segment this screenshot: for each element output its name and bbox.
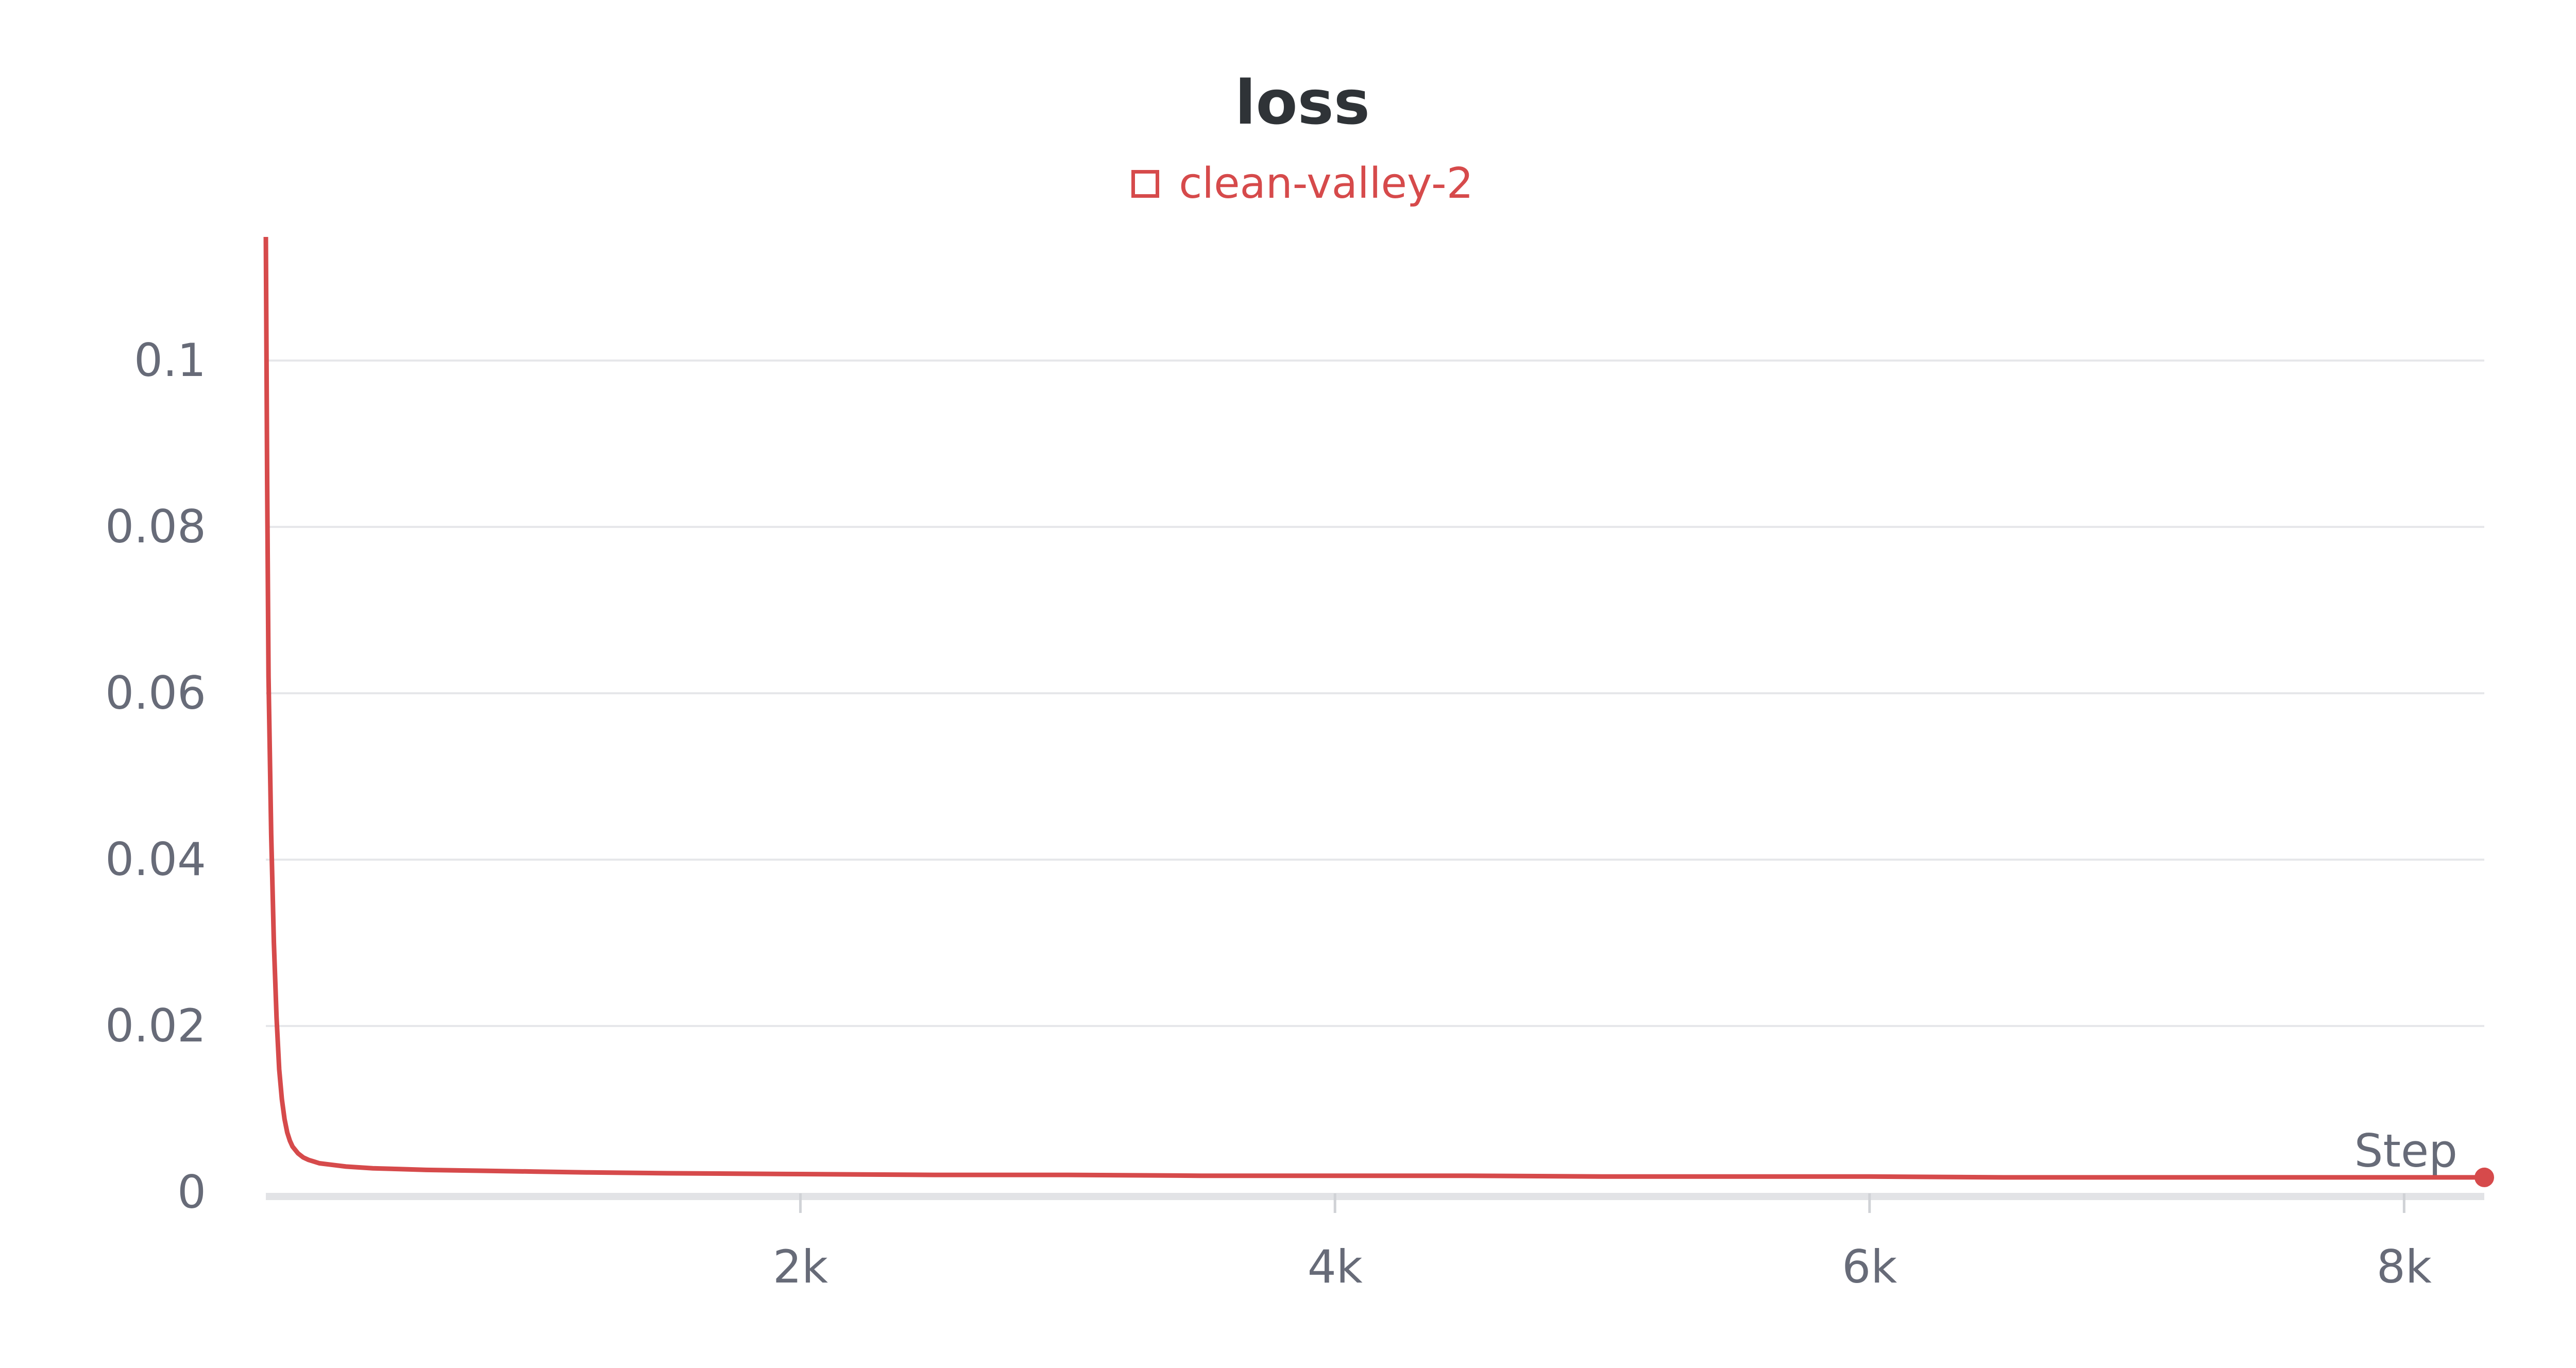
data-point — [283, 1118, 286, 1121]
data-point — [2136, 1176, 2139, 1179]
x-tick-label: 6k — [1842, 1240, 1897, 1293]
data-point — [275, 1016, 278, 1019]
data-point — [273, 942, 276, 945]
data-point — [331, 1164, 334, 1167]
data-point — [933, 1173, 936, 1176]
data-point — [398, 1168, 401, 1171]
data-point — [1734, 1175, 1737, 1178]
data-point — [312, 1160, 315, 1163]
y-tick-label: 0.06 — [105, 666, 206, 720]
y-tick-label: 0.02 — [105, 999, 206, 1052]
plot-area[interactable]: 0 0.02 0.04 0.06 0.08 0.1 2k 4k 6k 8k Step — [0, 0, 2576, 1368]
data-point — [799, 1172, 802, 1175]
data-point — [2402, 1176, 2405, 1179]
data-point — [266, 484, 269, 487]
x-tick-label: 8k — [2377, 1240, 2432, 1293]
data-point — [1868, 1175, 1871, 1178]
data-point — [1601, 1175, 1604, 1178]
x-tick-label: 2k — [773, 1240, 828, 1293]
data-point — [307, 1158, 310, 1161]
data-point — [371, 1167, 375, 1170]
y-tick-label: 0.1 — [134, 334, 206, 387]
data-point — [264, 234, 267, 237]
data-point — [318, 1161, 321, 1165]
data-point — [291, 1145, 294, 1148]
data-point — [585, 1171, 588, 1174]
y-tick-label: 0.04 — [105, 833, 206, 886]
chart-panel: loss clean-valley-2 0 0.02 0.04 0.06 0.08 0.1… — [0, 0, 2576, 1368]
data-point — [345, 1165, 348, 1168]
data-point — [269, 833, 273, 836]
x-tick-label: 4k — [1308, 1240, 1363, 1293]
data-point — [289, 1139, 292, 1142]
x-axis-title: Step — [2354, 1124, 2458, 1177]
data-point — [1066, 1173, 1069, 1176]
data-point — [1467, 1174, 1470, 1177]
series-line-clean-valley-2[interactable] — [263, 236, 2487, 1180]
data-point — [286, 1131, 289, 1134]
data-point — [665, 1172, 668, 1175]
data-point — [296, 1152, 299, 1155]
data-point — [2002, 1176, 2005, 1179]
data-point — [2269, 1176, 2272, 1179]
data-point — [280, 1098, 283, 1101]
data-point — [267, 675, 270, 678]
data-point — [425, 1168, 428, 1171]
data-point — [1200, 1174, 1203, 1177]
data-point — [1333, 1174, 1336, 1177]
series-end-marker — [2475, 1167, 2494, 1187]
data-point — [532, 1170, 535, 1173]
y-tick-label: 0.08 — [105, 500, 206, 553]
data-point — [478, 1169, 481, 1172]
data-point — [302, 1156, 305, 1159]
data-point — [278, 1068, 281, 1071]
y-tick-label: 0 — [177, 1166, 206, 1219]
